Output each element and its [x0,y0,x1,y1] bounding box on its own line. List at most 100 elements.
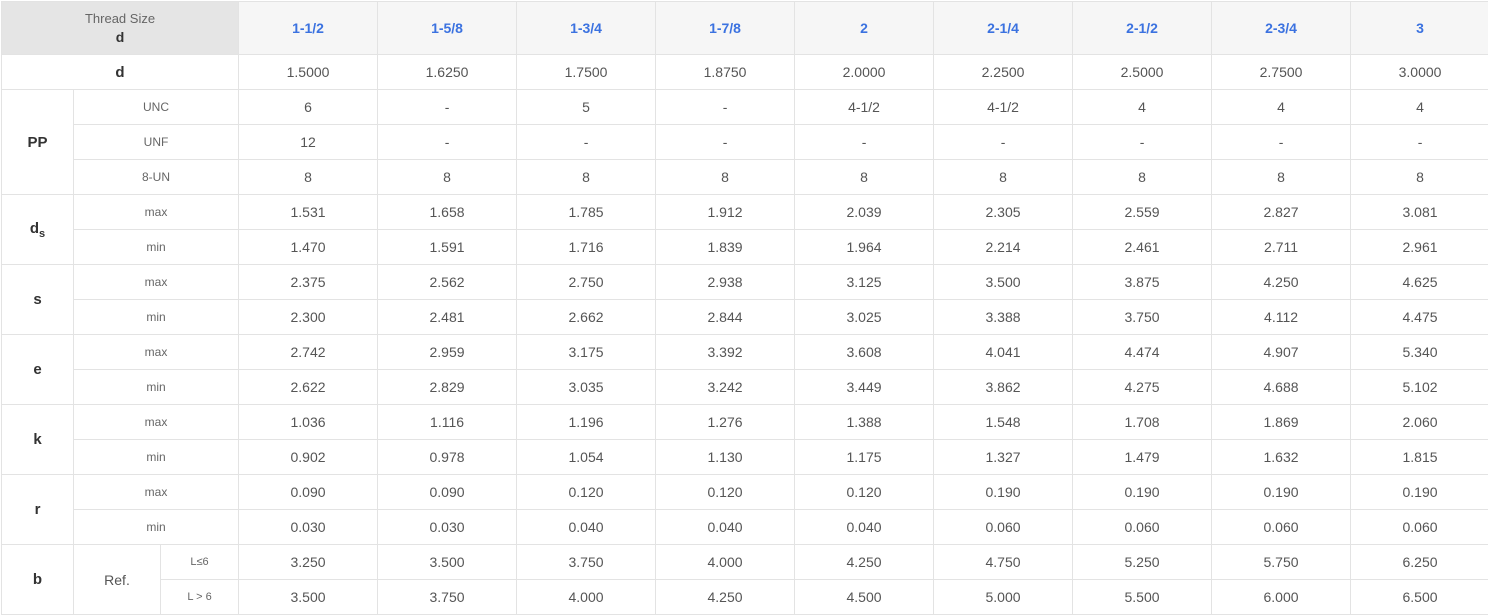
sub-label-unf: UNF [74,125,239,160]
table-cell: 2.060 [1351,405,1488,440]
table-cell: 1.479 [1073,440,1212,475]
table-cell: 2.375 [239,265,378,300]
thread-size-corner-header: Thread Size d [2,2,239,55]
table-row-pp-8un: 8-UN 888888888 [2,160,1488,195]
sub-label-l-gt-6: L > 6 [161,580,239,615]
table-cell: 2.461 [1073,230,1212,265]
table-row-e-max: e max 2.7422.9593.1753.3923.6084.0414.47… [2,335,1488,370]
table-cell: 6.000 [1212,580,1351,615]
table-cell: 1.632 [1212,440,1351,475]
table-cell: 0.060 [1351,510,1488,545]
table-cell: 8 [517,160,656,195]
table-cell: 4.250 [656,580,795,615]
table-cell: 4.907 [1212,335,1351,370]
table-cell: 4 [1073,90,1212,125]
table-cell: 6 [239,90,378,125]
size-header: 1-5/8 [378,2,517,55]
table-row-ds-max: ds max 1.5311.6581.7851.9122.0392.3052.5… [2,195,1488,230]
table-cell: 1.130 [656,440,795,475]
table-cell: 4.112 [1212,300,1351,335]
table-cell: 1.912 [656,195,795,230]
table-cell: 3.250 [239,545,378,580]
table-cell: 4.250 [795,545,934,580]
table-cell: 1.388 [795,405,934,440]
table-cell: 0.060 [1212,510,1351,545]
corner-header-title: Thread Size [2,10,238,28]
table-cell: 4 [1351,90,1488,125]
table-cell: 2.562 [378,265,517,300]
table-cell: 2.300 [239,300,378,335]
table-row-pp-unc: PP UNC 6-5-4-1/24-1/2444 [2,90,1488,125]
table-cell: 1.716 [517,230,656,265]
table-cell: 1.785 [517,195,656,230]
table-row-pp-unf: UNF 12-------- [2,125,1488,160]
table-row-b-le6: b Ref. L≤6 3.2503.5003.7504.0004.2504.75… [2,545,1488,580]
table-cell: 2.844 [656,300,795,335]
table-cell: - [1351,125,1488,160]
table-cell: 2.959 [378,335,517,370]
table-cell: 8 [239,160,378,195]
table-cell: 4.000 [656,545,795,580]
table-cell: 8 [1351,160,1488,195]
table-cell: 4.475 [1351,300,1488,335]
table-row-d: d 1.50001.62501.75001.87502.00002.25002.… [2,55,1488,90]
table-cell: 0.978 [378,440,517,475]
table-cell: 2.7500 [1212,55,1351,90]
table-cell: 1.869 [1212,405,1351,440]
table-cell: - [1073,125,1212,160]
table-cell: 1.036 [239,405,378,440]
table-cell: 0.120 [517,475,656,510]
table-cell: 0.060 [934,510,1073,545]
table-cell: 0.190 [934,475,1073,510]
size-header: 2-1/2 [1073,2,1212,55]
table-cell: 3.125 [795,265,934,300]
param-label-s: s [2,265,74,335]
table-cell: 0.030 [378,510,517,545]
table-cell: - [378,125,517,160]
table-cell: 5.250 [1073,545,1212,580]
table-cell: 0.060 [1073,510,1212,545]
table-cell: 0.190 [1351,475,1488,510]
table-cell: 3.750 [517,545,656,580]
table-cell: - [656,90,795,125]
table-cell: 0.120 [656,475,795,510]
table-cell: 8 [934,160,1073,195]
table-cell: 1.7500 [517,55,656,90]
table-cell: 2.827 [1212,195,1351,230]
size-header: 3 [1351,2,1488,55]
table-cell: 8 [1073,160,1212,195]
table-cell: 8 [378,160,517,195]
param-label-b: b [2,545,74,615]
table-cell: 4.500 [795,580,934,615]
table-cell: 2.2500 [934,55,1073,90]
table-cell: 5.750 [1212,545,1351,580]
table-cell: 3.500 [934,265,1073,300]
table-cell: 8 [656,160,795,195]
table-cell: 2.039 [795,195,934,230]
table-cell: 0.190 [1073,475,1212,510]
size-header: 1-7/8 [656,2,795,55]
sub-label-max: max [74,265,239,300]
sub-label-min: min [74,440,239,475]
size-header: 1-1/2 [239,2,378,55]
size-header: 1-3/4 [517,2,656,55]
table-cell: 5.340 [1351,335,1488,370]
table-cell: 1.8750 [656,55,795,90]
table-cell: - [1212,125,1351,160]
table-cell: 1.470 [239,230,378,265]
param-label-d: d [2,55,239,90]
table-cell: 1.531 [239,195,378,230]
table-cell: 3.175 [517,335,656,370]
table-cell: 3.035 [517,370,656,405]
table-cell: - [656,125,795,160]
sub-label-8un: 8-UN [74,160,239,195]
param-label-ds-subscript: s [39,228,45,240]
table-row-k-max: k max 1.0361.1161.1961.2761.3881.5481.70… [2,405,1488,440]
table-cell: 2.559 [1073,195,1212,230]
table-cell: 1.708 [1073,405,1212,440]
corner-header-symbol: d [2,28,238,46]
param-label-ds-main: d [30,220,39,237]
table-cell: 1.815 [1351,440,1488,475]
table-cell: 0.190 [1212,475,1351,510]
param-label-pp: PP [2,90,74,195]
